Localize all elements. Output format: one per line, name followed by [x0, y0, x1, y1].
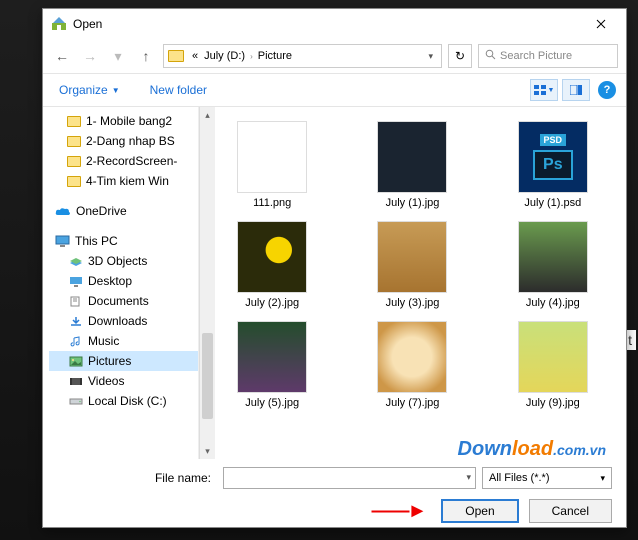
back-button[interactable]: ←: [51, 45, 73, 67]
sidebar-folder[interactable]: 2-RecordScreen-: [49, 151, 198, 171]
sidebar-item-localdisk-c[interactable]: Local Disk (C:): [49, 391, 198, 411]
search-placeholder: Search Picture: [500, 50, 572, 62]
videos-icon: [69, 376, 83, 387]
chevron-down-icon[interactable]: ▾: [466, 472, 471, 483]
file-thumbnail: [237, 321, 307, 393]
3dobjects-icon: [69, 256, 83, 267]
file-thumbnail: [518, 321, 588, 393]
view-mode-button[interactable]: ▼: [530, 79, 558, 101]
file-item[interactable]: July (7).jpg: [345, 321, 479, 409]
sidebar-folder[interactable]: 2-Dang nhap BS: [49, 131, 198, 151]
file-item[interactable]: PSDPsJuly (1).psd: [486, 121, 620, 209]
sidebar-item-desktop[interactable]: Desktop: [49, 271, 198, 291]
file-item[interactable]: July (1).jpg: [345, 121, 479, 209]
file-thumbnail: [377, 321, 447, 393]
address-bar[interactable]: « July (D:) › Picture ▾: [163, 44, 442, 68]
file-thumbnail: [377, 121, 447, 193]
folder-icon: [168, 50, 184, 62]
sidebar-item-pictures[interactable]: Pictures: [49, 351, 198, 371]
search-icon: [485, 49, 496, 63]
file-thumbnail: [237, 121, 307, 193]
documents-icon: [69, 296, 83, 307]
file-name-input[interactable]: ▾: [223, 467, 476, 489]
scroll-up-button[interactable]: ▴: [200, 107, 215, 123]
thispc-icon: [55, 235, 70, 247]
file-grid: 111.png July (1).jpg PSDPsJuly (1).psd J…: [205, 121, 620, 409]
file-item[interactable]: July (3).jpg: [345, 221, 479, 309]
breadcrumb-root[interactable]: «: [189, 50, 201, 62]
pictures-icon: [69, 356, 83, 367]
breadcrumb-drive[interactable]: July (D:): [201, 50, 248, 62]
scroll-thumb[interactable]: [202, 333, 213, 419]
titlebar: Open: [43, 9, 626, 39]
file-item[interactable]: July (5).jpg: [205, 321, 339, 409]
file-thumbnail: [518, 221, 588, 293]
forward-button[interactable]: →: [79, 45, 101, 67]
nav-bar: ← → ▾ ↑ « July (D:) › Picture ▾ ↻ Search…: [43, 39, 626, 73]
app-icon: [51, 16, 67, 32]
desktop-icon: [69, 276, 83, 287]
sidebar-item-music[interactable]: Music: [49, 331, 198, 351]
sidebar-item-videos[interactable]: Videos: [49, 371, 198, 391]
sidebar-item-documents[interactable]: Documents: [49, 291, 198, 311]
open-button[interactable]: Open: [441, 499, 518, 523]
refresh-button[interactable]: ↻: [448, 44, 472, 68]
file-item[interactable]: July (4).jpg: [486, 221, 620, 309]
file-thumbnail: [377, 221, 447, 293]
cancel-button[interactable]: Cancel: [529, 499, 612, 523]
organize-menu[interactable]: Organize▼: [53, 79, 126, 101]
chevron-down-icon: ▼: [112, 86, 120, 95]
file-name-label: File name:: [57, 471, 217, 485]
help-button[interactable]: ?: [598, 81, 616, 99]
open-file-dialog: Open ← → ▾ ↑ « July (D:) › Picture ▾ ↻ S…: [42, 8, 627, 528]
search-input[interactable]: Search Picture: [478, 44, 618, 68]
sidebar-scrollbar[interactable]: ▴ ▾: [199, 107, 215, 459]
music-icon: [69, 336, 83, 347]
file-thumbnail: PSDPs: [518, 121, 588, 193]
file-type-filter[interactable]: All Files (*.*) ▾: [482, 467, 612, 489]
chevron-down-icon: ⌄: [49, 237, 53, 246]
file-item[interactable]: 111.png: [205, 121, 339, 209]
toolbar: Organize▼ New folder ▼ ?: [43, 73, 626, 107]
chevron-down-icon: ▾: [600, 473, 605, 484]
scroll-track[interactable]: [200, 123, 215, 443]
sidebar-thispc[interactable]: ⌄ This PC: [49, 231, 198, 251]
file-thumbnail: [237, 221, 307, 293]
preview-pane-button[interactable]: [562, 79, 590, 101]
window-title: Open: [73, 17, 584, 31]
drive-icon: [69, 396, 83, 407]
annotation-arrow: ――►: [371, 500, 425, 523]
dialog-body: 1- Mobile bang2 2-Dang nhap BS 2-RecordS…: [43, 107, 626, 459]
file-item[interactable]: July (2).jpg: [205, 221, 339, 309]
file-item[interactable]: July (9).jpg: [486, 321, 620, 409]
sidebar-onedrive[interactable]: › OneDrive: [49, 201, 198, 221]
breadcrumb-folder[interactable]: Picture: [255, 50, 295, 62]
onedrive-icon: [55, 206, 71, 216]
recent-dropdown[interactable]: ▾: [107, 45, 129, 67]
close-button[interactable]: [584, 13, 618, 35]
downloads-icon: [69, 316, 83, 327]
new-folder-button[interactable]: New folder: [144, 79, 213, 101]
scroll-down-button[interactable]: ▾: [200, 443, 215, 459]
sidebar: 1- Mobile bang2 2-Dang nhap BS 2-RecordS…: [43, 107, 199, 459]
sidebar-folder[interactable]: 4-Tim kiem Win: [49, 171, 198, 191]
dialog-bottom: File name: ▾ All Files (*.*) ▾ ――► Open …: [43, 459, 626, 531]
up-button[interactable]: ↑: [135, 45, 157, 67]
sidebar-folder[interactable]: 1- Mobile bang2: [49, 111, 198, 131]
sidebar-item-3dobjects[interactable]: 3D Objects: [49, 251, 198, 271]
chevron-right-icon: ›: [248, 52, 255, 61]
sidebar-item-downloads[interactable]: Downloads: [49, 311, 198, 331]
address-dropdown-icon[interactable]: ▾: [424, 51, 437, 62]
file-content-area: 111.png July (1).jpg PSDPsJuly (1).psd J…: [199, 107, 626, 459]
chevron-right-icon: ›: [49, 207, 53, 216]
